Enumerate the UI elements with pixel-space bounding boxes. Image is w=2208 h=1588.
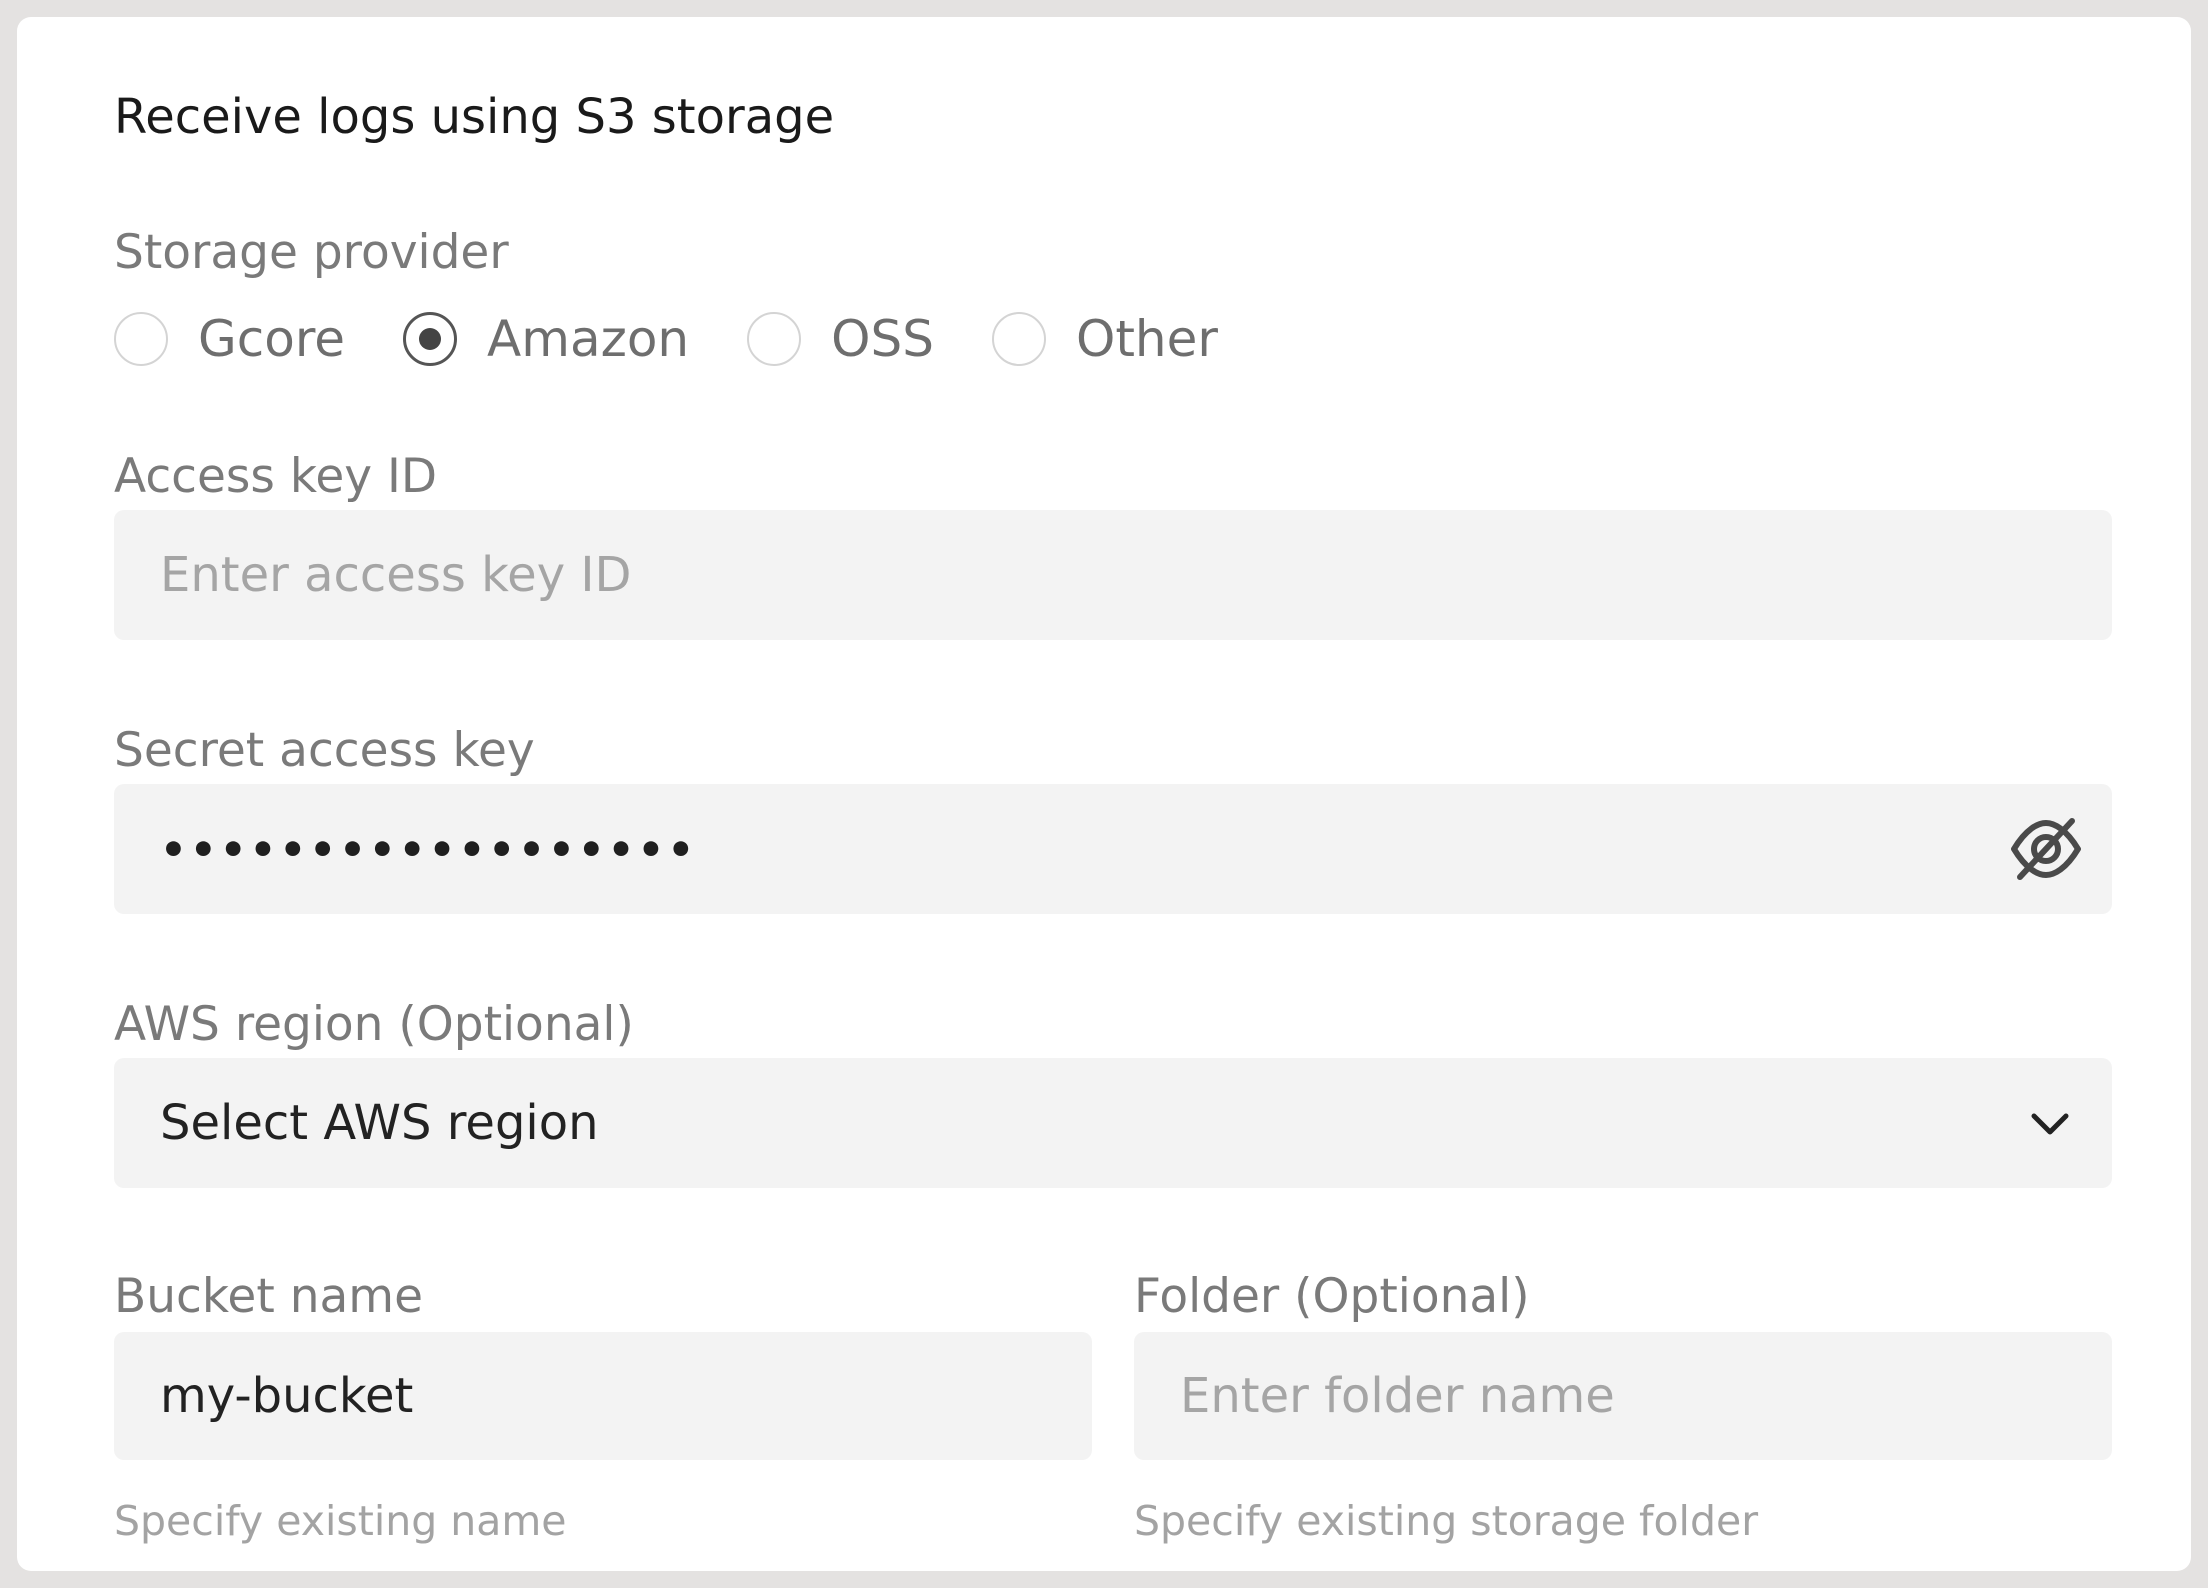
secret-access-key-field[interactable]: •••••••••••••••••• [114,784,2112,914]
radio-button-oss[interactable] [747,312,802,366]
bucket-name-field[interactable] [114,1332,1092,1460]
secret-access-key-label: Secret access key [114,723,535,778]
aws-region-label: AWS region (Optional) [114,997,634,1052]
radio-label-oss[interactable]: OSS [831,310,934,368]
s3-storage-card: Receive logs using S3 storage Storage pr… [17,17,2191,1571]
folder-helper-text: Specify existing storage folder [1134,1497,1759,1545]
radio-label-other[interactable]: Other [1076,310,1218,368]
access-key-id-label: Access key ID [114,449,438,504]
access-key-id-field[interactable] [114,510,2112,640]
radio-option-other[interactable]: Other [991,310,1218,368]
radio-button-gcore[interactable] [114,312,168,366]
radio-option-gcore[interactable]: Gcore [114,310,345,368]
radio-label-amazon[interactable]: Amazon [487,310,689,368]
storage-provider-label: Storage provider [114,225,509,280]
folder-input[interactable] [1180,1368,2112,1424]
chevron-down-icon[interactable] [2028,1102,2072,1146]
aws-region-selected-value[interactable]: Select AWS region [160,1095,599,1151]
access-key-id-input[interactable] [160,547,2112,603]
radio-label-gcore[interactable]: Gcore [198,310,345,368]
folder-field[interactable] [1134,1332,2112,1460]
radio-option-amazon[interactable]: Amazon [403,310,689,368]
form-title: Receive logs using S3 storage [114,89,835,145]
bucket-name-helper-text: Specify existing name [114,1497,567,1545]
radio-option-oss[interactable]: OSS [747,310,934,368]
aws-region-select[interactable]: Select AWS region [114,1058,2112,1188]
storage-provider-radio-group: Gcore Amazon OSS Other [114,309,1276,369]
secret-access-key-masked-value[interactable]: •••••••••••••••••• [160,825,697,874]
folder-label: Folder (Optional) [1134,1269,1530,1324]
eye-off-icon[interactable] [2006,813,2086,885]
bucket-name-input[interactable] [160,1368,1092,1424]
radio-button-other[interactable] [991,312,1046,366]
radio-button-amazon[interactable] [403,312,458,366]
bucket-name-label: Bucket name [114,1269,423,1324]
